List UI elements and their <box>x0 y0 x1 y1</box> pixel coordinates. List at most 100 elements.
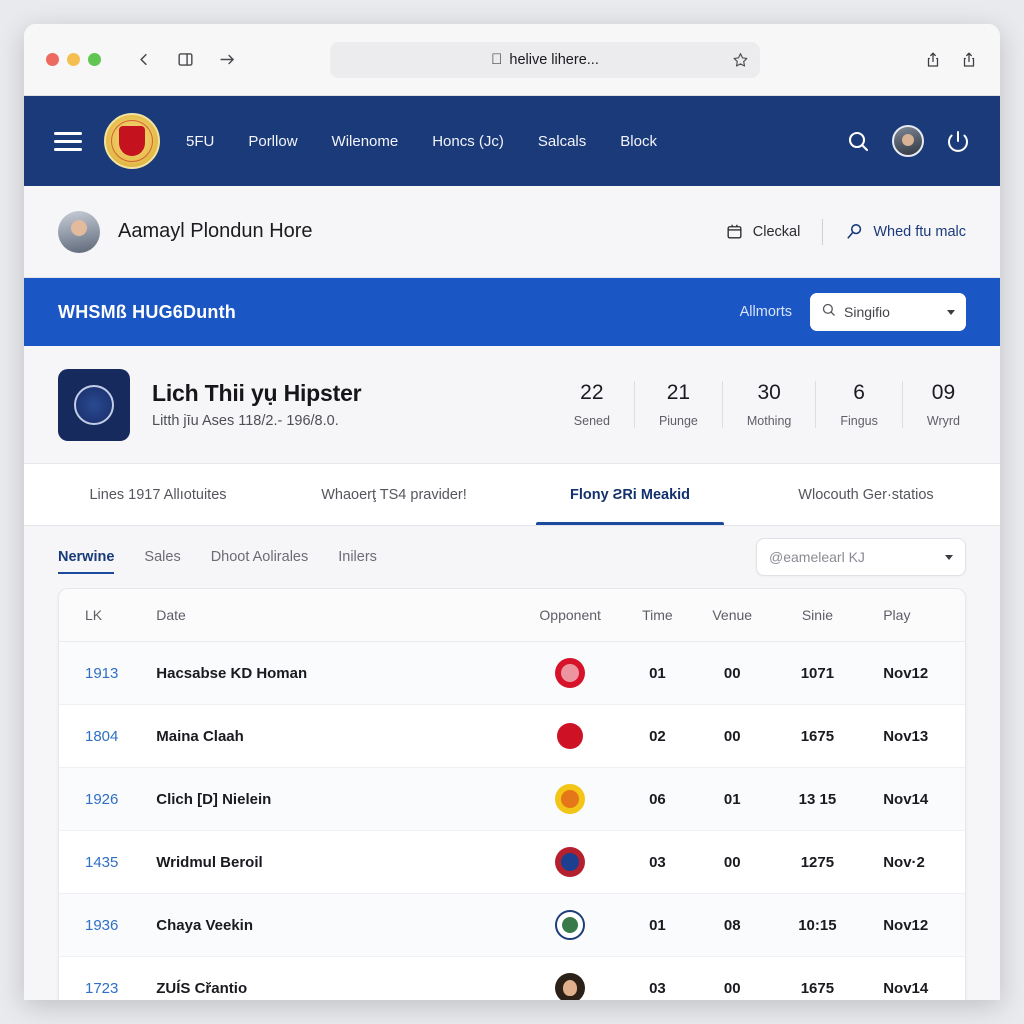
profile-name: Aamayl Plondun Hore <box>118 220 313 242</box>
maximize-window-button[interactable] <box>88 53 101 66</box>
table-row[interactable]: 1913 Hacsabse KD Homan 01 00 1071 Nov12 <box>59 641 965 705</box>
cell-play[interactable]: Nov14 <box>865 957 965 1001</box>
column-header-opponent[interactable]: Opponent <box>520 589 621 642</box>
club-crest-logo[interactable] <box>104 113 160 169</box>
table-row[interactable]: 1804 Maina Claah 02 00 1675 Nov13 <box>59 704 965 768</box>
search-action-button[interactable]: Whed ftu malc <box>845 222 966 241</box>
stat-value: 22 <box>580 381 604 404</box>
nav-link-5[interactable]: Block <box>620 133 657 150</box>
cell-date: Maina Claah <box>146 704 521 768</box>
main-tab-2[interactable]: Flony ƧRi Meakid <box>512 464 748 525</box>
filter-dropdown-value: @eamelearl KJ <box>769 549 865 565</box>
hero-section: Lich Thii yụ Hipster Litth jīu Ases 118/… <box>24 346 1000 464</box>
allmorts-link[interactable]: Allmorts <box>740 304 792 320</box>
forward-arrow-icon[interactable] <box>213 46 241 74</box>
fixtures-table-card: LK Date Opponent Time Venue Sinie Play 1… <box>58 588 966 1000</box>
section-header-bar: WHSMß HUG6Dunth Allmorts Singifio <box>24 278 1000 346</box>
cell-date: ZUÍS Cřantio <box>156 979 248 997</box>
sub-tab-0[interactable]: Nerwine <box>58 526 115 588</box>
cell-play[interactable]: Nov12 <box>865 641 965 705</box>
stat-item: 09 Wryrd <box>903 381 966 428</box>
filter-dropdown[interactable]: @eamelearl KJ <box>756 538 966 576</box>
table-header-row: LK Date Opponent Time Venue Sinie Play <box>59 589 965 642</box>
cell-venue: 00 <box>694 641 770 705</box>
profile-avatar[interactable] <box>58 210 100 253</box>
cell-date: Wridmul Beroil <box>146 830 521 894</box>
section-title: WHSMß HUG6Dunth <box>58 301 236 322</box>
opponent-logo-icon <box>555 910 586 940</box>
calendar-action-button[interactable]: Cleckal <box>725 222 800 241</box>
column-header-sinie[interactable]: Sinie <box>769 589 866 642</box>
screen-root:  helive lihere... <box>0 0 1024 1024</box>
cell-time: 01 <box>620 641 695 705</box>
cell-opponent <box>520 893 621 957</box>
cell-play[interactable]: Nov13 <box>865 704 965 768</box>
column-header-time[interactable]: Time <box>620 589 695 642</box>
opponent-logo-icon <box>555 847 586 877</box>
opponent-logo-icon <box>555 658 586 688</box>
team-logo <box>58 368 130 441</box>
nav-link-4[interactable]: Salcals <box>538 133 586 150</box>
cell-sinie: 1275 <box>769 830 866 894</box>
column-header-play[interactable]: Play <box>865 589 965 642</box>
main-tab-3[interactable]: Wlocouth Ger·statios <box>748 464 984 525</box>
user-avatar[interactable] <box>892 125 924 157</box>
column-header-date[interactable]: Date <box>146 589 521 642</box>
hero-subtitle: Litth jīu Ases 118/2.- 196/8.0. <box>152 413 339 429</box>
cell-sinie: 10:15 <box>769 893 866 957</box>
cell-time: 01 <box>620 893 695 957</box>
cell-venue: 00 <box>694 704 770 768</box>
cell-lk: 1804 <box>59 704 147 768</box>
share-icon[interactable] <box>924 50 942 70</box>
chrome-actions <box>924 50 978 70</box>
divider <box>822 218 824 245</box>
nav-link-2[interactable]: Wilenome <box>332 133 399 150</box>
stat-item: 22 Sened <box>550 381 635 428</box>
nav-link-3[interactable]: Honcs (Jc) <box>432 133 504 150</box>
opponent-logo-icon <box>555 973 586 1000</box>
cell-venue: 01 <box>694 767 770 831</box>
hamburger-menu-icon[interactable] <box>54 131 82 151</box>
nav-link-1[interactable]: Porllow <box>248 133 297 150</box>
stat-item: 30 Mothing <box>723 381 817 428</box>
team-logo-emblem-icon <box>74 384 114 425</box>
close-window-button[interactable] <box>46 53 59 66</box>
sub-tab-3[interactable]: Inilers <box>338 526 377 588</box>
main-tab-0[interactable]: Lines 1917 Allıotuites <box>40 464 276 525</box>
chevron-down-icon <box>947 309 955 315</box>
column-header-venue[interactable]: Venue <box>694 589 770 642</box>
address-bar[interactable]:  helive lihere... <box>330 41 760 78</box>
cell-play[interactable]: Nov·2 <box>865 830 965 894</box>
cell-play[interactable]: Nov12 <box>865 893 965 957</box>
new-tab-icon[interactable] <box>960 50 978 70</box>
star-icon[interactable] <box>732 51 749 68</box>
section-header-actions: Allmorts Singifio <box>740 293 966 331</box>
sub-tab-2[interactable]: Dhoot Aolirales <box>211 526 309 588</box>
power-icon[interactable] <box>946 129 970 153</box>
table-row[interactable]: 1723 ZUÍS Cřantio 03 00 1675 Nov14 <box>59 956 965 1001</box>
stat-value: 09 <box>931 381 956 404</box>
table-section: LK Date Opponent Time Venue Sinie Play 1… <box>24 588 1000 1000</box>
sub-tab-1[interactable]: Sales <box>144 526 180 588</box>
sidebar-toggle-icon[interactable] <box>171 46 199 74</box>
window-controls[interactable] <box>46 53 101 66</box>
apple-logo-icon:  <box>491 52 502 67</box>
section-search-select[interactable]: Singifio <box>810 293 966 331</box>
search-icon[interactable] <box>846 129 870 153</box>
minimize-window-button[interactable] <box>67 53 80 66</box>
table-row[interactable]: 1936 Chaya Veekin 01 08 10:15 Nov12 <box>59 893 965 957</box>
stat-label: Piunge <box>658 414 698 428</box>
main-tab-1[interactable]: Whaoerţ TS4 pravider! <box>276 464 512 525</box>
table-row[interactable]: 1435 Wridmul Beroil 03 00 1275 Nov·2 <box>59 830 965 894</box>
cell-lk: 1723 <box>85 979 119 997</box>
back-arrow-icon[interactable] <box>129 46 157 74</box>
cell-play[interactable]: Nov14 <box>865 767 965 831</box>
stat-item: 21 Piunge <box>635 381 723 428</box>
column-header-lk[interactable]: LK <box>59 589 147 642</box>
stat-value: 21 <box>666 381 691 404</box>
table-row[interactable]: 1926 Clich [D] Nielein 06 01 13 15 Nov14 <box>59 767 965 831</box>
nav-link-0[interactable]: 5FU <box>186 133 214 150</box>
chevron-down-icon <box>945 554 953 560</box>
calendar-icon <box>725 222 744 241</box>
sub-tab-list: Nerwine Sales Dhoot Aolirales Inilers <box>58 526 377 588</box>
